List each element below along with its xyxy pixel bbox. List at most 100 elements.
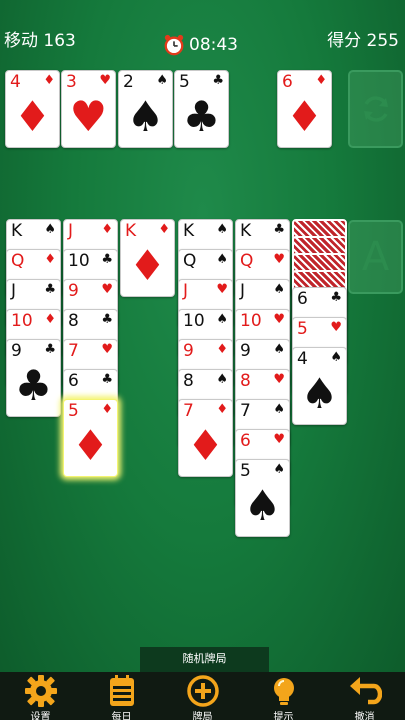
card-suit-icon: ♠ xyxy=(216,372,228,387)
card-suit-icon: ♣ xyxy=(101,312,113,327)
card-suit-icon: ♠ xyxy=(216,222,228,237)
card-suit-icon: ♠ xyxy=(273,402,285,417)
card-suit-icon: ♥ xyxy=(101,282,113,297)
card-suit-icon: ♦ xyxy=(101,222,113,237)
card-suit-icon: ♠ xyxy=(216,252,228,267)
card-suit-icon: ♦ xyxy=(216,402,228,417)
card-rank: K xyxy=(125,221,137,241)
stock-recycle-button[interactable] xyxy=(348,70,403,148)
new-game-button[interactable]: 牌局 xyxy=(173,672,233,720)
card-suit-icon: ♠ xyxy=(273,462,285,477)
undo-label: 撤消 xyxy=(354,712,375,720)
card-rank: 9 xyxy=(11,341,22,361)
card-rank: K xyxy=(11,221,23,241)
bottom-nav: 设置 每日 牌局 提示 撤消 xyxy=(0,672,405,720)
card-rank: J xyxy=(183,281,189,301)
card-suit-icon: ♣ xyxy=(101,372,113,387)
card-suit-icon: ♦ xyxy=(216,342,228,357)
timer: 08:43 xyxy=(163,34,238,56)
card-rank: K xyxy=(183,221,195,241)
card-suit-icon: ♣ xyxy=(44,282,56,297)
card-rank: 6 xyxy=(240,431,251,451)
card-suit-icon: ♠ xyxy=(156,73,168,88)
gear-icon xyxy=(24,675,57,707)
card-pip-icon: ♠ xyxy=(126,92,165,141)
card-suit-icon: ♥ xyxy=(273,432,285,447)
card-pip-icon: ♦ xyxy=(128,241,167,290)
card-pip-icon: ♦ xyxy=(285,92,324,141)
moves-counter: 移动 163 xyxy=(4,31,76,51)
card-rank: 7 xyxy=(183,401,194,421)
tableau-card[interactable]: 4 ♠ ♠ xyxy=(292,347,347,425)
tableau-card[interactable]: 5 ♠ ♠ xyxy=(235,459,290,537)
settings-button[interactable]: 设置 xyxy=(11,672,71,720)
card-pip-icon: ♠ xyxy=(300,369,339,418)
new-game-label: 牌局 xyxy=(192,712,213,720)
card-pip-icon: ♦ xyxy=(71,421,110,470)
daily-button[interactable]: 每日 xyxy=(92,672,152,720)
card-suit-icon: ♥ xyxy=(330,320,342,335)
foundation-card[interactable]: 3 ♥ ♥ xyxy=(61,70,116,148)
card-rank: 9 xyxy=(68,281,79,301)
card-rank: 10 xyxy=(11,311,33,331)
card-pip-icon: ♠ xyxy=(243,481,282,530)
empty-ace-slot[interactable]: A xyxy=(348,220,403,294)
card-rank: 5 xyxy=(68,401,79,421)
card-rank: 9 xyxy=(183,341,194,361)
foundation-card[interactable]: 2 ♠ ♠ xyxy=(118,70,173,148)
card-rank: 7 xyxy=(240,401,251,421)
card-rank: 10 xyxy=(68,251,90,271)
card-suit-icon: ♣ xyxy=(44,342,56,357)
foundation-card[interactable]: 4 ♦ ♦ xyxy=(5,70,60,148)
card-rank: 9 xyxy=(240,341,251,361)
card-rank: 5 xyxy=(179,72,190,92)
hint-button[interactable]: 提示 xyxy=(254,672,314,720)
card-rank: 7 xyxy=(68,341,79,361)
card-pip-icon: ♣ xyxy=(14,361,53,410)
undo-icon xyxy=(349,677,382,705)
card-suit-icon: ♣ xyxy=(273,222,285,237)
card-pip-icon: ♣ xyxy=(182,92,221,141)
random-deal-label: 随机牌局 xyxy=(140,647,269,672)
card-rank: 5 xyxy=(297,319,308,339)
card-rank: J xyxy=(68,221,74,241)
card-rank: 8 xyxy=(183,371,194,391)
card-suit-icon: ♠ xyxy=(273,282,285,297)
hint-label: 提示 xyxy=(273,712,294,720)
card-rank: 8 xyxy=(68,311,79,331)
card-suit-icon: ♣ xyxy=(330,290,342,305)
score-counter: 得分 255 xyxy=(327,31,399,51)
calendar-icon xyxy=(109,675,134,706)
plus-circle-icon xyxy=(186,675,219,707)
card-suit-icon: ♦ xyxy=(315,73,327,88)
undo-button[interactable]: 撤消 xyxy=(335,672,395,720)
card-rank: 6 xyxy=(297,289,308,309)
card-pip-icon: ♥ xyxy=(69,92,108,141)
card-suit-icon: ♣ xyxy=(212,73,224,88)
card-rank: Q xyxy=(11,251,25,271)
card-suit-icon: ♠ xyxy=(330,350,342,365)
card-rank: 3 xyxy=(66,72,77,92)
card-rank: 2 xyxy=(123,72,134,92)
daily-label: 每日 xyxy=(111,712,132,720)
card-suit-icon: ♥ xyxy=(101,342,113,357)
card-suit-icon: ♥ xyxy=(273,372,285,387)
card-suit-icon: ♠ xyxy=(216,312,228,327)
card-rank: K xyxy=(240,221,252,241)
card-rank: 6 xyxy=(68,371,79,391)
alarm-clock-icon xyxy=(164,34,184,56)
tableau-card[interactable]: 9 ♣ ♣ xyxy=(6,339,61,417)
foundation-card[interactable]: 5 ♣ ♣ xyxy=(174,70,229,148)
card-rank: Q xyxy=(183,251,197,271)
waste-card[interactable]: 6 ♦ ♦ xyxy=(277,70,332,148)
card-rank: 4 xyxy=(297,349,308,369)
tableau-card[interactable]: 5 ♦ ♦ xyxy=(63,399,118,477)
tableau-card[interactable]: K ♦ ♦ xyxy=(120,219,175,297)
card-suit-icon: ♥ xyxy=(99,73,111,88)
tableau-card[interactable]: 7 ♦ ♦ xyxy=(178,399,233,477)
card-rank: 10 xyxy=(183,311,205,331)
card-pip-icon: ♦ xyxy=(186,421,225,470)
card-rank: 10 xyxy=(240,311,262,331)
card-rank: J xyxy=(240,281,246,301)
settings-label: 设置 xyxy=(30,712,51,720)
